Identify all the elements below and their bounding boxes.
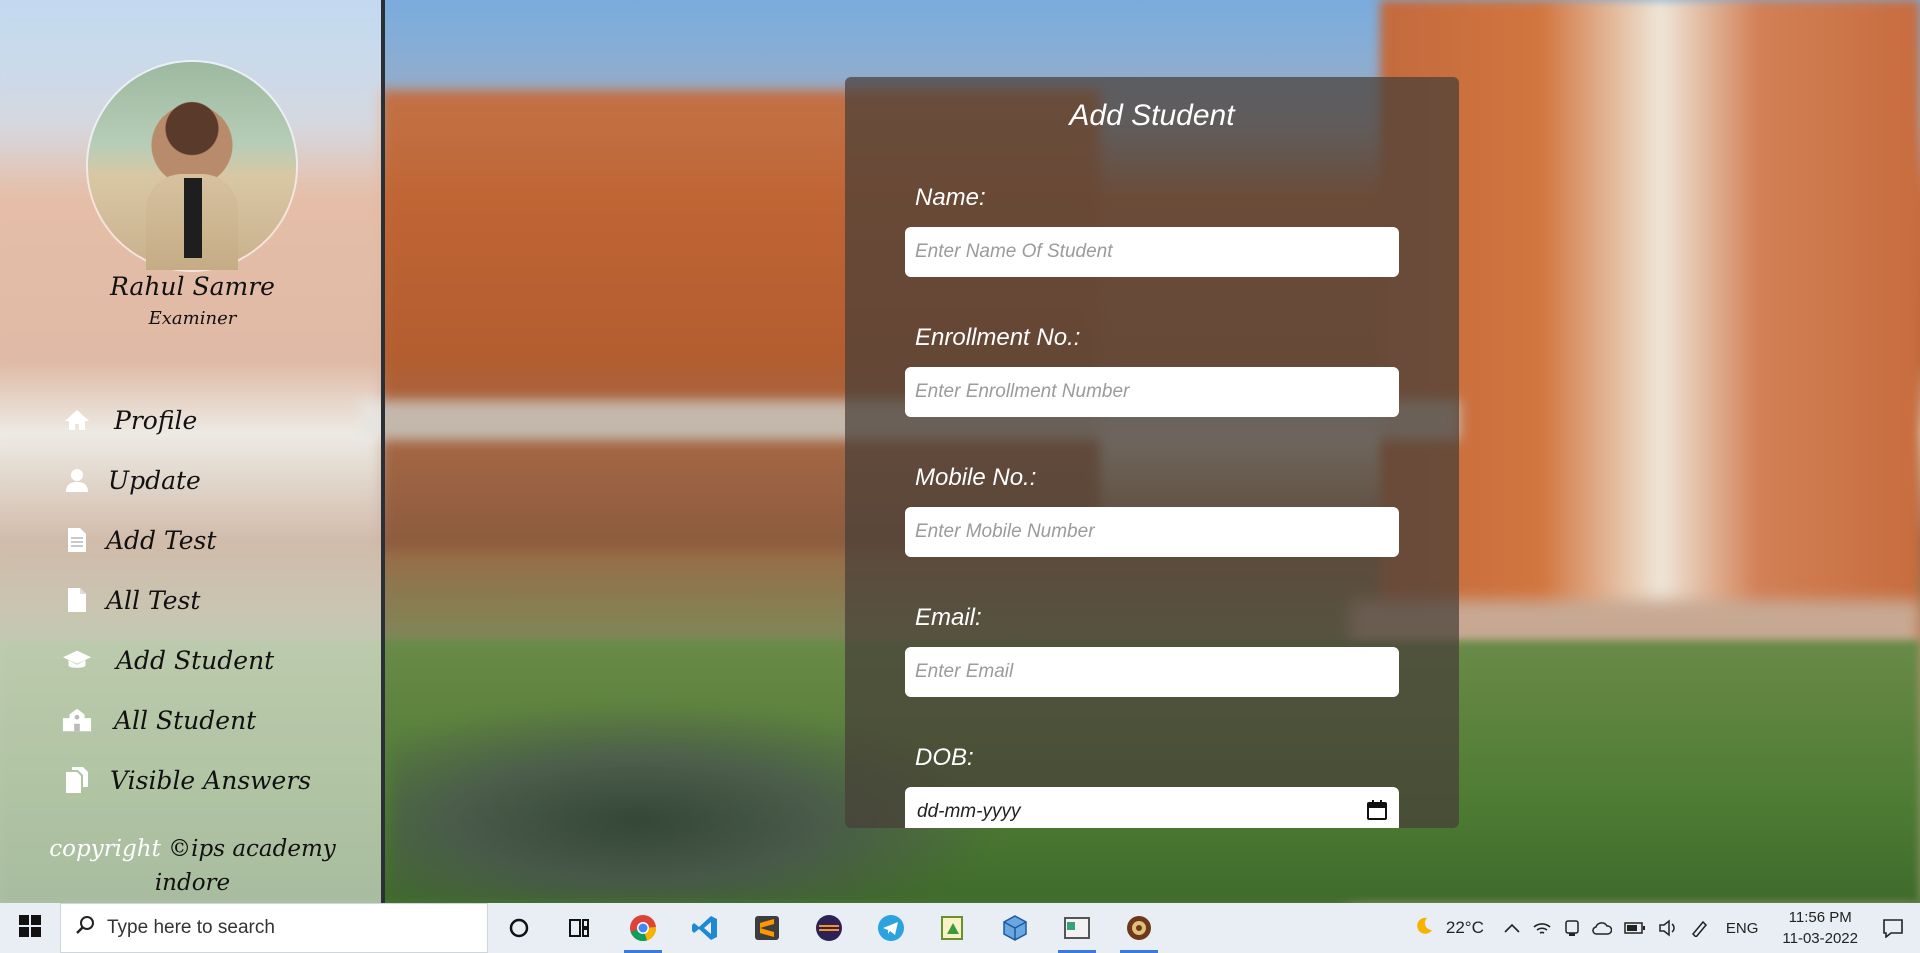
sidebar-item-all-student[interactable]: All Student xyxy=(62,700,256,740)
sidebar-item-label: Profile xyxy=(114,405,198,435)
sidebar: Rahul Samre Examiner Profile Update Add … xyxy=(0,0,385,903)
user-role: Examiner xyxy=(148,308,237,329)
file-icon xyxy=(62,585,92,615)
weather-widget[interactable]: 22°C xyxy=(1408,916,1490,941)
weather-temp: 22°C xyxy=(1445,918,1484,937)
vscode-icon[interactable] xyxy=(674,903,736,953)
avatar xyxy=(88,62,296,270)
system-tray: 22°C ENG 11:56 PM 11-03-2022 xyxy=(1408,903,1920,953)
sublime-icon[interactable] xyxy=(736,903,798,953)
windows-icon xyxy=(19,915,41,941)
school-icon xyxy=(62,705,92,735)
user-name: Rahul Samre xyxy=(110,272,275,301)
sidebar-item-label: Update xyxy=(108,465,201,495)
sidebar-item-all-test[interactable]: All Test xyxy=(62,580,200,620)
enrollment-label: Enrollment No.: xyxy=(915,324,1081,351)
meet-icon[interactable] xyxy=(1558,919,1586,937)
chrome-icon[interactable] xyxy=(612,903,674,953)
windows-start-button[interactable] xyxy=(0,903,60,953)
copyright: copyright ©ips academy indore xyxy=(40,832,345,900)
pen-icon[interactable] xyxy=(1684,919,1716,937)
eclipse-icon[interactable] xyxy=(798,903,860,953)
email-input[interactable] xyxy=(905,647,1399,697)
notification-icon[interactable] xyxy=(1872,918,1920,938)
telegram-icon[interactable] xyxy=(860,903,922,953)
user-icon xyxy=(62,465,92,495)
clock[interactable]: 11:56 PM 11-03-2022 xyxy=(1768,907,1872,949)
dob-value: dd-mm-yyyy xyxy=(917,801,1021,822)
document-icon xyxy=(62,525,92,555)
mobile-label: Mobile No.: xyxy=(915,464,1037,491)
taskbar-search[interactable]: Type here to search xyxy=(60,903,488,953)
chevron-up-icon[interactable] xyxy=(1498,923,1526,933)
sidebar-item-update[interactable]: Update xyxy=(62,460,201,500)
cloud-icon[interactable] xyxy=(1586,921,1618,935)
clock-date: 11-03-2022 xyxy=(1782,930,1858,947)
copyright-text: ©ips academy indore xyxy=(154,836,336,896)
copy-icon xyxy=(62,765,92,795)
email-label: Email: xyxy=(915,604,982,631)
search-placeholder: Type here to search xyxy=(107,917,275,938)
enrollment-input[interactable] xyxy=(905,367,1399,417)
home-icon xyxy=(62,405,92,435)
calendar-icon[interactable] xyxy=(1367,800,1387,824)
cortana-icon[interactable] xyxy=(488,903,550,953)
taskbar: Type here to search 22°C ENG 11:56 PM 11… xyxy=(0,903,1920,953)
battery-icon[interactable] xyxy=(1618,922,1652,934)
sidebar-item-profile[interactable]: Profile xyxy=(62,400,197,440)
app-icon[interactable] xyxy=(1108,903,1170,953)
volume-icon[interactable] xyxy=(1652,919,1684,937)
sidebar-item-add-student[interactable]: Add Student xyxy=(62,640,274,680)
search-icon xyxy=(75,915,95,941)
sidebar-item-label: Visible Answers xyxy=(110,765,312,795)
graduation-cap-icon xyxy=(62,645,92,675)
sidebar-item-visible-answers[interactable]: Visible Answers xyxy=(62,760,311,800)
editor-icon[interactable] xyxy=(922,903,984,953)
sidebar-item-label: All Test xyxy=(106,585,201,615)
sidebar-item-label: Add Test xyxy=(106,525,217,555)
name-input[interactable] xyxy=(905,227,1399,277)
network-icon[interactable] xyxy=(1526,919,1558,937)
copyright-prefix: copyright xyxy=(49,836,161,862)
mobile-input[interactable] xyxy=(905,507,1399,557)
dob-input[interactable]: dd-mm-yyyy xyxy=(905,787,1399,828)
task-view-icon[interactable] xyxy=(550,903,612,953)
sidebar-item-label: All Student xyxy=(114,705,257,735)
box-icon[interactable] xyxy=(984,903,1046,953)
moon-icon xyxy=(1414,916,1434,941)
sidebar-item-label: Add Student xyxy=(116,645,275,675)
clock-time: 11:56 PM xyxy=(1788,909,1852,926)
add-student-form: Add Student Name: Enrollment No.: Mobile… xyxy=(845,77,1459,828)
form-title: Add Student xyxy=(1069,99,1235,132)
name-label: Name: xyxy=(915,184,986,211)
window-icon[interactable] xyxy=(1046,903,1108,953)
language-indicator[interactable]: ENG xyxy=(1716,920,1769,937)
dob-label: DOB: xyxy=(915,744,974,771)
sidebar-item-add-test[interactable]: Add Test xyxy=(62,520,216,560)
